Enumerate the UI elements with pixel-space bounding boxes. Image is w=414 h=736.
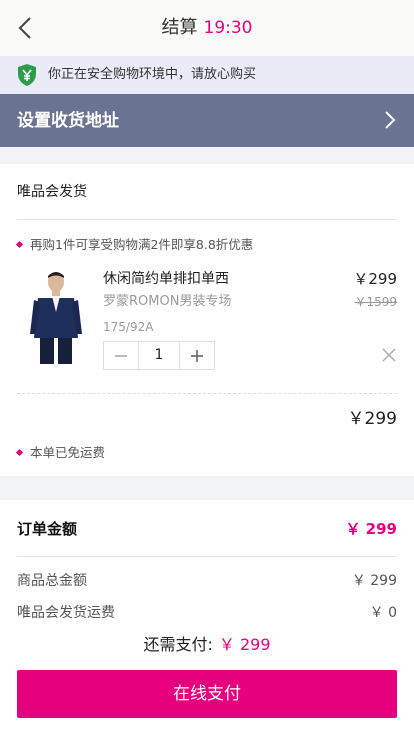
divider: [17, 219, 397, 220]
quantity-value[interactable]: 1: [138, 342, 180, 369]
safety-text: 你正在安全购物环境中，请放心购买: [48, 67, 257, 82]
header-bar: 结算 19:30: [0, 0, 414, 56]
product-price: ￥299: [353, 270, 397, 288]
order-amount-value: ￥ 299: [345, 520, 397, 538]
product-name[interactable]: 休闲简约单排扣单西: [103, 269, 229, 289]
address-label: 设置收货地址: [17, 111, 119, 131]
order-amount-label: 订单金额: [17, 520, 78, 538]
free-shipping-note: 本单已免运费: [15, 444, 106, 462]
dashed-divider: [17, 393, 397, 394]
decrement-button[interactable]: [104, 342, 138, 369]
product-thumbnail[interactable]: [24, 268, 88, 364]
original-price: ￥1599: [354, 295, 397, 309]
bullet-icon: [15, 448, 24, 457]
shipment-card: 唯品会发货 再购1件可享受购物满2件即享8.8折优惠 休闲简约单排扣单西 罗蒙R…: [0, 164, 414, 476]
amount-due-value: ￥ 299: [218, 635, 271, 654]
order-summary: 订单金额 ￥ 299 商品总金额 ￥ 299 唯品会发货运费 ￥ 0 还需支付:…: [0, 500, 414, 736]
shield-yen-icon: [18, 64, 36, 86]
amount-due-label: 还需支付:: [143, 635, 213, 654]
title-text: 结算: [161, 17, 198, 38]
shipping-fee-label: 唯品会发货运费: [17, 605, 115, 621]
product-size: 175/92A: [103, 320, 154, 334]
store-name: 罗蒙ROMON男装专场: [103, 294, 232, 309]
chevron-right-icon: [385, 111, 396, 129]
pay-online-button[interactable]: 在线支付: [17, 670, 397, 718]
remove-item-icon[interactable]: [381, 347, 397, 363]
plus-icon: [191, 349, 203, 362]
shipper-label: 唯品会发货: [17, 184, 87, 200]
shipping-fee-value: ￥ 0: [369, 605, 397, 621]
goods-total-label: 商品总金额: [17, 573, 87, 589]
free-shipping-label: 本单已免运费: [30, 445, 106, 460]
amount-due: 还需支付: ￥ 299: [0, 634, 414, 656]
increment-button[interactable]: [180, 342, 214, 369]
promo-text: 再购1件可享受购物满2件即享8.8折优惠: [15, 236, 254, 254]
shipment-subtotal: ￥299: [347, 409, 397, 429]
promo-label: 再购1件可享受购物满2件即享8.8折优惠: [30, 237, 254, 252]
safety-notice: 你正在安全购物环境中，请放心购买: [0, 56, 414, 94]
quantity-stepper: 1: [103, 341, 215, 370]
divider: [17, 556, 397, 557]
minus-icon: [115, 354, 127, 357]
goods-total-value: ￥ 299: [351, 573, 397, 589]
countdown-timer: 19:30: [203, 18, 253, 38]
bullet-icon: [15, 240, 24, 249]
page-title: 结算 19:30: [0, 16, 414, 40]
set-address-row[interactable]: 设置收货地址: [0, 94, 414, 147]
